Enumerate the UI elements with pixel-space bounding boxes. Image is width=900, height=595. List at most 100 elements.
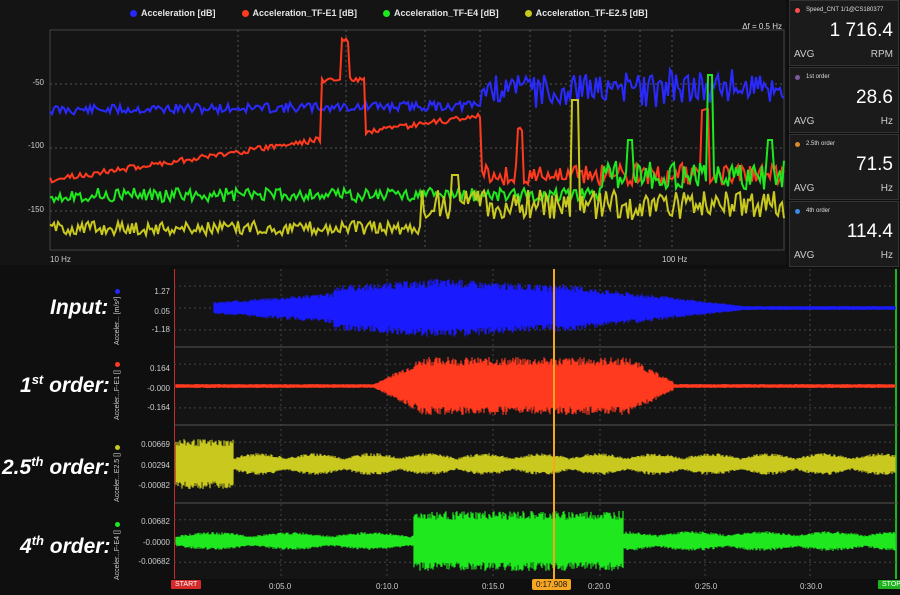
readout-unit: RPM: [870, 49, 893, 60]
row-label-4th-order: 4th order:: [20, 533, 110, 559]
readout-value: 71.5: [856, 154, 893, 175]
spectrum-plot[interactable]: [0, 0, 786, 265]
readout-unit: Hz: [880, 183, 893, 194]
time-tick: 0:15.0: [482, 582, 505, 591]
legend-dot: [383, 9, 391, 17]
time-tick: 0:10.0: [376, 582, 399, 591]
channel-label-text: Acceler... [m/s²]: [114, 296, 121, 345]
legend-label: Acceleration_TF-E1 [dB]: [252, 8, 358, 18]
spectrum-panel[interactable]: Acceleration [dB] Acceleration_TF-E1 [dB…: [0, 0, 786, 265]
readout-avg-label: AVG: [794, 49, 815, 60]
waveform-1: [175, 357, 896, 415]
time-tick: 0:20.0: [588, 582, 611, 591]
row-y-tick: -0.00682: [138, 557, 170, 566]
row-y-tick: 0.00294: [141, 461, 170, 470]
row-label-rest: order:: [43, 456, 110, 479]
y-tick: -50: [32, 78, 44, 87]
readout-unit: Hz: [880, 250, 893, 261]
y-tick: -150: [27, 205, 44, 214]
legend-label: Acceleration [dB]: [141, 8, 216, 18]
legend-item-tf-e1[interactable]: Acceleration_TF-E1 [dB]: [241, 8, 358, 18]
row-y-tick: 0.00682: [141, 517, 170, 526]
legend-label: Acceleration_TF-E4 [dB]: [394, 8, 499, 18]
waveform-3: [175, 511, 896, 571]
legend-label: Acceleration_TF-E2.5 [dB]: [535, 8, 648, 18]
row-label-sup: th: [31, 454, 44, 469]
y-tick: -100: [27, 141, 44, 150]
start-marker[interactable]: START: [171, 580, 202, 589]
row-y-tick: 1.27: [154, 287, 170, 296]
legend-dot: [524, 9, 532, 17]
spectrum-legend: Acceleration [dB] Acceleration_TF-E1 [dB…: [130, 8, 648, 18]
row-y-tick: 0.00669: [141, 440, 170, 449]
channel-dot: [115, 522, 120, 528]
readout-title: 4th order: [806, 208, 831, 214]
readout-title: 2.5th order: [806, 141, 836, 147]
readout-card-speed[interactable]: Speed_CNT 1/1@CS180377 1 716.4 AVG RPM: [789, 0, 899, 66]
legend-dot: [130, 9, 137, 17]
stop-marker[interactable]: STOP: [878, 580, 900, 589]
readout-card-4th-order[interactable]: 4th order 114.4 AVG Hz: [789, 201, 899, 267]
row-label-sup: st: [31, 372, 44, 387]
status-dot: [795, 142, 800, 147]
row-y-tick: -0.00082: [138, 481, 170, 490]
channel-dot: [115, 444, 120, 450]
frequency-resolution-label: Δf = 0.5 Hz: [742, 22, 782, 31]
time-tick: 0:25.0: [695, 582, 718, 591]
readout-title: Speed_CNT 1/1@CS180377: [806, 7, 884, 13]
status-dot: [795, 209, 800, 214]
status-dot: [795, 8, 800, 13]
row-y-tick: 0.164: [149, 364, 170, 373]
readout-title: 1st order: [806, 74, 830, 80]
waveform-0: [213, 278, 896, 337]
readout-avg-label: AVG: [794, 116, 815, 127]
time-tick: 0:30.0: [800, 582, 823, 591]
row-label-rest: order:: [43, 535, 111, 558]
spectrum-trace-acceleration: [49, 66, 785, 117]
readout-value: 1 716.4: [829, 20, 893, 41]
row-label-2-5th-order: 2.5th order:: [2, 454, 110, 480]
row-label-text: 2.5: [2, 456, 32, 479]
readout-unit: Hz: [880, 116, 893, 127]
legend-item-tf-e4[interactable]: Acceleration_TF-E4 [dB]: [383, 8, 499, 18]
channel-label-2-5th: Acceler...E2.5 []: [114, 444, 121, 502]
time-tick: 0:05.0: [269, 582, 292, 591]
time-cursor-label[interactable]: 0:17.908: [532, 579, 572, 590]
readout-value: 114.4: [846, 221, 893, 242]
legend-dot: [241, 9, 249, 17]
channel-label-text: Acceler...F-E4 []: [114, 530, 121, 580]
row-label-text: 4: [20, 535, 32, 558]
row-label-sup: th: [31, 533, 44, 548]
waveform-2: [175, 439, 896, 489]
channel-dot: [115, 288, 120, 294]
x-tick: 10 Hz: [50, 255, 71, 264]
plot-frame: [49, 29, 785, 251]
row-y-tick: -0.164: [147, 403, 170, 412]
row-label-input: Input:: [50, 296, 108, 320]
row-y-tick: -0.0000: [142, 538, 170, 547]
row-y-tick: -0.000: [147, 384, 170, 393]
x-tick: 100 Hz: [662, 255, 688, 264]
legend-item-acceleration[interactable]: Acceleration [dB]: [130, 8, 216, 18]
readout-card-1st-order[interactable]: 1st order 28.6 AVG Hz: [789, 67, 899, 133]
channel-label-1st: Acceler...F-E1 []: [114, 362, 121, 420]
time-domain-plot[interactable]: [174, 269, 898, 579]
status-dot: [795, 75, 800, 80]
row-y-tick: 0.05: [154, 307, 170, 316]
row-y-tick: -1.18: [151, 325, 170, 334]
time-domain-panel[interactable]: [174, 269, 898, 579]
readout-card-2-5th-order[interactable]: 2.5th order 71.5 AVG Hz: [789, 134, 899, 200]
readout-avg-label: AVG: [794, 183, 815, 194]
row-label-text: Input:: [50, 296, 109, 319]
readout-value: 28.6: [856, 87, 893, 108]
readout-panel: Speed_CNT 1/1@CS180377 1 716.4 AVG RPM 1…: [789, 0, 900, 268]
channel-label-text: Acceler...E2.5 []: [114, 452, 121, 502]
legend-item-tf-e2-5[interactable]: Acceleration_TF-E2.5 [dB]: [524, 8, 648, 18]
channel-dot: [115, 362, 120, 368]
channel-label-input: Acceler... [m/s²]: [114, 288, 121, 345]
row-label-rest: order:: [43, 374, 110, 397]
channel-label-text: Acceler...F-E1 []: [114, 370, 121, 420]
row-label-1st-order: 1st order:: [20, 372, 110, 398]
readout-avg-label: AVG: [794, 250, 815, 261]
row-label-text: 1: [20, 374, 32, 397]
